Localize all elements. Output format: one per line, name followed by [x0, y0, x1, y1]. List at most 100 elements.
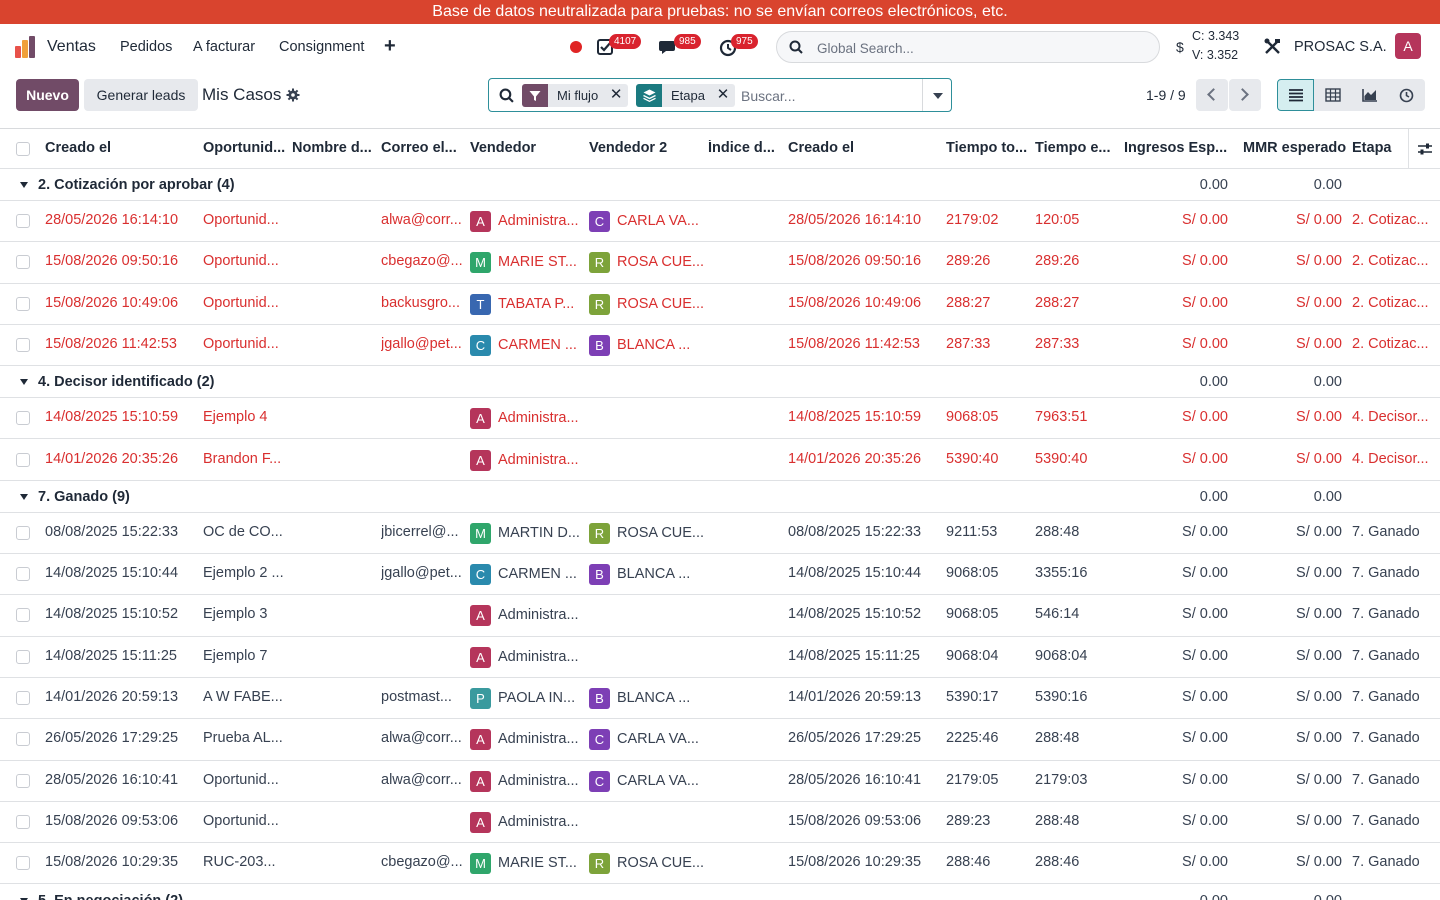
cell-seller[interactable]: CARMEN ...	[498, 337, 584, 353]
currency-dollar-icon[interactable]: $	[1176, 39, 1184, 55]
user-avatar[interactable]: A	[1395, 33, 1421, 59]
group-row[interactable]: 5. En negociación (2) 0.00 0.00	[0, 884, 1440, 900]
column-created-2[interactable]: Creado el	[788, 140, 938, 156]
debug-tools-icon[interactable]	[1264, 38, 1281, 55]
cell-seller-2[interactable]: ROSA CUE...	[617, 296, 703, 312]
menu-a-facturar[interactable]: A facturar	[193, 39, 255, 55]
cell-seller[interactable]: Administra...	[498, 213, 584, 229]
table-row[interactable]: 14/08/2025 15:11:25 Ejemplo 7 A Administra.…	[0, 637, 1440, 678]
cell-seller[interactable]: Administra...	[498, 814, 584, 830]
column-time-total[interactable]: Tiempo to...	[946, 140, 1032, 156]
gear-icon[interactable]	[286, 88, 300, 102]
table-row[interactable]: 08/08/2025 15:22:33 OC de CO... jbicerrel@…	[0, 513, 1440, 555]
list-view-button[interactable]	[1277, 79, 1314, 111]
cell-seller[interactable]: MARIE ST...	[498, 855, 584, 871]
row-checkbox[interactable]	[16, 691, 30, 705]
column-stage[interactable]: Etapa	[1352, 140, 1407, 156]
table-row[interactable]: 14/08/2025 15:10:59 Ejemplo 4 A Administra.…	[0, 398, 1440, 440]
cell-seller-2[interactable]: CARLA VA...	[617, 773, 703, 789]
pivot-view-button[interactable]	[1314, 79, 1351, 111]
pager-value[interactable]: 1-9 / 9	[1146, 87, 1186, 103]
row-checkbox[interactable]	[16, 814, 30, 829]
cell-seller[interactable]: Administra...	[498, 649, 584, 665]
column-email[interactable]: Correo el...	[381, 140, 467, 156]
menu-pedidos[interactable]: Pedidos	[120, 39, 172, 55]
search-options-toggle[interactable]	[922, 79, 952, 111]
column-seller[interactable]: Vendedor	[470, 140, 585, 156]
global-search-box[interactable]	[776, 31, 1160, 63]
cell-seller-2[interactable]: BLANCA ...	[617, 690, 703, 706]
generate-leads-button[interactable]: Generar leads	[84, 79, 198, 111]
column-expected-mmr[interactable]: MMR esperado	[1243, 140, 1348, 156]
company-switcher[interactable]: PROSAC S.A.	[1294, 39, 1387, 55]
row-checkbox[interactable]	[16, 856, 30, 871]
cell-seller-2[interactable]: BLANCA ...	[617, 566, 703, 582]
cell-seller[interactable]: TABATA P...	[498, 296, 584, 312]
table-row[interactable]: 15/08/2026 11:42:53 Oportunid... jgallo@pe…	[0, 325, 1440, 367]
row-checkbox[interactable]	[16, 337, 30, 352]
row-checkbox[interactable]	[16, 649, 30, 664]
close-icon[interactable]: ✕	[711, 84, 735, 107]
cell-seller[interactable]: MARTIN D...	[498, 525, 584, 541]
row-checkbox[interactable]	[16, 608, 30, 623]
row-checkbox[interactable]	[16, 773, 30, 788]
table-row[interactable]: 28/05/2026 16:14:10 Oportunid... alwa@corr…	[0, 201, 1440, 243]
add-menu-plus-icon[interactable]: +	[384, 35, 396, 58]
table-row[interactable]: 15/08/2026 10:49:06 Oportunid... backusgro…	[0, 284, 1440, 325]
app-name[interactable]: Ventas	[47, 38, 96, 56]
group-row[interactable]: 7. Ganado (9) 0.00 0.00	[0, 480, 1440, 513]
row-checkbox[interactable]	[16, 732, 30, 747]
column-index[interactable]: Índice d...	[708, 140, 784, 156]
group-row[interactable]: 2. Cotización por aprobar (4) 0.00 0.00	[0, 169, 1440, 201]
filter-facet[interactable]: Mi flujo ✕	[522, 84, 629, 107]
column-opportunity[interactable]: Oportunid...	[203, 140, 289, 156]
group-by-facet[interactable]: Etapa ✕	[636, 84, 735, 107]
cell-seller[interactable]: MARIE ST...	[498, 254, 584, 270]
cell-seller[interactable]: Administra...	[498, 452, 584, 468]
pager-previous-button[interactable]	[1196, 79, 1228, 111]
table-row[interactable]: 14/08/2025 15:10:52 Ejemplo 3 A Administra.…	[0, 595, 1440, 637]
select-all-checkbox[interactable]	[16, 142, 30, 156]
table-row[interactable]: 14/08/2025 15:10:44 Ejemplo 2 ... jgallo@p…	[0, 554, 1440, 596]
cell-seller-2[interactable]: ROSA CUE...	[617, 525, 703, 541]
group-row[interactable]: 4. Decisor identificado (2) 0.00 0.00	[0, 366, 1440, 399]
recording-dot-icon[interactable]	[570, 41, 582, 53]
table-row[interactable]: 15/08/2026 09:53:06 Oportunid... A Administ…	[0, 802, 1440, 844]
cell-seller[interactable]: Administra...	[498, 607, 584, 623]
global-search-input[interactable]	[817, 38, 1137, 58]
row-checkbox[interactable]	[16, 567, 30, 582]
table-row[interactable]: 26/05/2026 17:29:25 Prueba AL... alwa@corr…	[0, 719, 1440, 761]
row-checkbox[interactable]	[16, 411, 30, 426]
search-input[interactable]	[741, 86, 911, 106]
cell-seller[interactable]: CARMEN ...	[498, 566, 584, 582]
page-title[interactable]: Mis Casos	[202, 85, 281, 105]
column-expected-revenue[interactable]: Ingresos Esp...	[1124, 140, 1234, 156]
column-name[interactable]: Nombre d...	[292, 140, 378, 156]
table-row[interactable]: 28/05/2026 16:10:41 Oportunid... alwa@corr…	[0, 761, 1440, 802]
menu-consignment[interactable]: Consignment	[279, 39, 364, 55]
row-checkbox[interactable]	[16, 255, 30, 270]
table-row[interactable]: 14/01/2026 20:35:26 Brandon F... A Administ…	[0, 440, 1440, 481]
cell-seller-2[interactable]: CARLA VA...	[617, 213, 703, 229]
sales-app-logo-icon[interactable]	[15, 36, 37, 58]
column-time-stage[interactable]: Tiempo e...	[1035, 140, 1121, 156]
table-row[interactable]: 14/01/2026 20:59:13 A W FABE... postmast..…	[0, 678, 1440, 720]
table-row[interactable]: 15/08/2026 10:29:35 RUC-203... cbegazo@...…	[0, 843, 1440, 885]
graph-view-button[interactable]	[1351, 79, 1388, 111]
cell-seller[interactable]: Administra...	[498, 731, 584, 747]
row-checkbox[interactable]	[16, 525, 30, 540]
cell-seller[interactable]: PAOLA IN...	[498, 690, 584, 706]
cell-seller-2[interactable]: ROSA CUE...	[617, 855, 703, 871]
cell-seller-2[interactable]: BLANCA ...	[617, 337, 703, 353]
optional-columns-toggle[interactable]	[1408, 129, 1440, 169]
column-seller-2[interactable]: Vendedor 2	[589, 140, 704, 156]
pager-next-button[interactable]	[1229, 79, 1261, 111]
cell-seller[interactable]: Administra...	[498, 773, 584, 789]
new-button[interactable]: Nuevo	[16, 79, 79, 111]
cell-seller-2[interactable]: CARLA VA...	[617, 731, 703, 747]
table-row[interactable]: 15/08/2026 09:50:16 Oportunid... cbegazo@.…	[0, 242, 1440, 284]
cell-seller-2[interactable]: ROSA CUE...	[617, 254, 703, 270]
row-checkbox[interactable]	[16, 296, 30, 311]
cell-seller[interactable]: Administra...	[498, 410, 584, 426]
row-checkbox[interactable]	[16, 452, 30, 467]
